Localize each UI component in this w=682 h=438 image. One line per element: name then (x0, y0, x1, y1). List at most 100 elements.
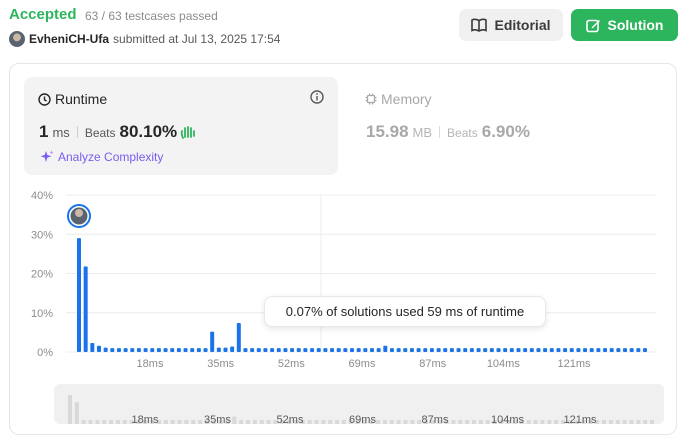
chart-bar[interactable] (77, 238, 81, 352)
chart-bar[interactable] (103, 347, 108, 352)
chart-bar[interactable] (603, 348, 608, 352)
chart-bar[interactable] (276, 348, 281, 352)
chart-bar[interactable] (536, 348, 541, 352)
chart-bar[interactable] (256, 348, 261, 352)
chart-bar[interactable] (596, 348, 601, 352)
chart-bar[interactable] (496, 348, 501, 352)
chart-bar[interactable] (629, 348, 634, 352)
chart-bar[interactable] (569, 348, 574, 352)
chart-bar[interactable] (476, 348, 481, 352)
chart-bar[interactable] (609, 348, 614, 352)
chart-bar[interactable] (290, 348, 295, 352)
mini-bar (266, 420, 271, 424)
chart-bar[interactable] (369, 348, 374, 352)
chart-bar[interactable] (623, 348, 628, 352)
chart-bar[interactable] (270, 348, 275, 352)
chart-bar[interactable] (96, 345, 101, 352)
chart-bar[interactable] (383, 345, 388, 352)
chart-bar[interactable] (236, 322, 241, 352)
chart-bar[interactable] (336, 348, 341, 352)
chart-bar[interactable] (190, 348, 195, 352)
chart-bar[interactable] (283, 348, 288, 352)
mini-bar (629, 420, 634, 424)
chart-bar[interactable] (310, 348, 315, 352)
chart-bar[interactable] (489, 348, 494, 352)
chart-bar[interactable] (296, 348, 301, 352)
mini-bar (88, 420, 93, 424)
chart-bar[interactable] (589, 348, 594, 352)
chart-bar[interactable] (396, 348, 401, 352)
mini-bar (636, 420, 641, 424)
chart-bar[interactable] (429, 348, 434, 352)
chart-bar[interactable] (316, 348, 321, 352)
chart-bar[interactable] (356, 348, 361, 352)
y-tick-label: 0% (37, 347, 53, 359)
chart-bar[interactable] (83, 266, 88, 352)
chart-bar[interactable] (443, 348, 448, 352)
chart-bar[interactable] (243, 348, 248, 352)
chart-bar[interactable] (549, 348, 554, 352)
chart-bar[interactable] (436, 348, 441, 352)
chart-bar[interactable] (343, 348, 348, 352)
chart-bar[interactable] (576, 348, 581, 352)
chart-bar[interactable] (176, 348, 181, 352)
chart-bar[interactable] (543, 348, 548, 352)
chart-bar[interactable] (323, 348, 328, 352)
mini-bar (526, 420, 531, 424)
mini-bar (74, 402, 79, 424)
chart-bar[interactable] (523, 348, 528, 352)
chart-bar[interactable] (409, 348, 414, 352)
mini-bar (650, 420, 654, 424)
chart-bar[interactable] (643, 348, 647, 352)
chart-bar[interactable] (330, 348, 335, 352)
chart-bar[interactable] (563, 348, 568, 352)
chart-bar[interactable] (483, 348, 488, 352)
mini-bar (170, 420, 175, 424)
chart-bar[interactable] (509, 348, 514, 352)
mini-bar (335, 420, 340, 424)
chart-bar[interactable] (583, 348, 588, 352)
chart-bar[interactable] (423, 348, 428, 352)
chart-bar[interactable] (363, 348, 368, 352)
chart-bar[interactable] (116, 348, 121, 352)
chart-bar[interactable] (136, 348, 141, 352)
chart-bar[interactable] (403, 348, 408, 352)
mini-bar (122, 420, 127, 424)
chart-bar[interactable] (223, 347, 228, 352)
chart-bar[interactable] (163, 348, 168, 352)
chart-bar[interactable] (250, 348, 255, 352)
chart-bar[interactable] (230, 346, 235, 352)
chart-bar[interactable] (636, 348, 641, 352)
chart-bar[interactable] (170, 348, 175, 352)
chart-bar[interactable] (263, 348, 268, 352)
chart-bar[interactable] (456, 348, 461, 352)
mini-bar (307, 420, 312, 424)
chart-bar[interactable] (183, 348, 188, 352)
chart-bar[interactable] (210, 331, 215, 352)
chart-bar[interactable] (529, 348, 534, 352)
chart-bar[interactable] (303, 348, 308, 352)
chart-bar[interactable] (203, 348, 208, 352)
x-tick-label: 87ms (419, 358, 446, 370)
chart-bar[interactable] (389, 348, 394, 352)
chart-bar[interactable] (156, 348, 161, 352)
chart-bar[interactable] (90, 342, 95, 352)
chart-bar[interactable] (376, 348, 381, 352)
chart-bar[interactable] (616, 348, 621, 352)
chart-bar[interactable] (516, 348, 521, 352)
chart-bar[interactable] (123, 348, 128, 352)
chart-bar[interactable] (216, 347, 221, 352)
chart-bar[interactable] (469, 348, 474, 352)
chart-bar[interactable] (463, 348, 468, 352)
chart-bar[interactable] (503, 348, 508, 352)
x-tick-label: 52ms (278, 358, 305, 370)
chart-bar[interactable] (449, 348, 454, 352)
chart-bar[interactable] (556, 348, 561, 352)
chart-bar[interactable] (196, 348, 201, 352)
chart-bar[interactable] (416, 348, 421, 352)
chart-bar[interactable] (110, 348, 115, 352)
chart-bar[interactable] (143, 348, 148, 352)
chart-bar[interactable] (150, 348, 155, 352)
chart-bar[interactable] (130, 348, 135, 352)
chart-bar[interactable] (350, 348, 355, 352)
